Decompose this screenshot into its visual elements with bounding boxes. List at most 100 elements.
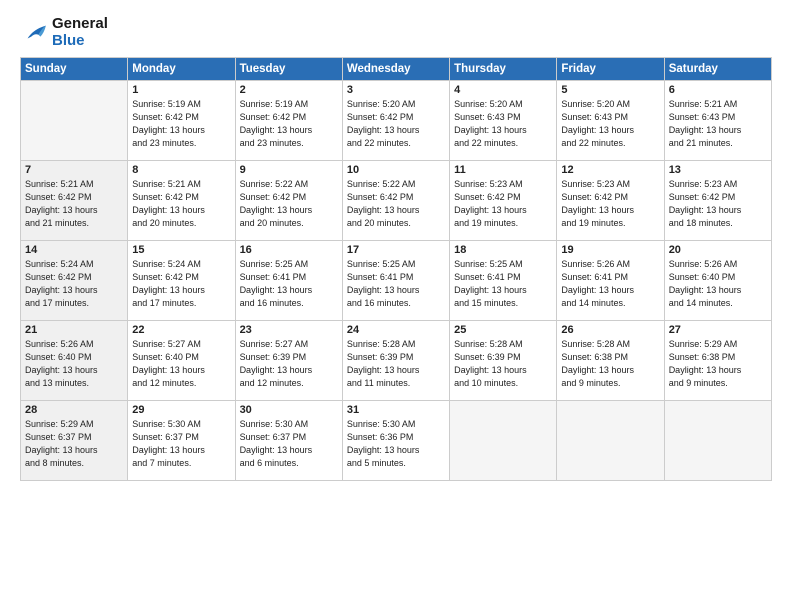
day-number: 2 — [240, 84, 338, 96]
day-number: 25 — [454, 324, 552, 336]
col-header-thursday: Thursday — [450, 58, 557, 81]
day-number: 4 — [454, 84, 552, 96]
day-info: Sunrise: 5:19 AMSunset: 6:42 PMDaylight:… — [132, 98, 230, 150]
day-info: Sunrise: 5:25 AMSunset: 6:41 PMDaylight:… — [454, 258, 552, 310]
day-number: 10 — [347, 164, 445, 176]
calendar-cell: 14 Sunrise: 5:24 AMSunset: 6:42 PMDayligh… — [21, 241, 128, 321]
calendar-cell — [21, 81, 128, 161]
logo-text: General Blue — [52, 16, 108, 49]
calendar-cell: 17Sunrise: 5:25 AMSunset: 6:41 PMDayligh… — [342, 241, 449, 321]
logo: General Blue — [20, 16, 108, 49]
day-info: Sunrise: 5:28 AMSunset: 6:38 PMDaylight:… — [561, 338, 659, 390]
day-number: 6 — [669, 84, 767, 96]
calendar-cell: 2Sunrise: 5:19 AMSunset: 6:42 PMDaylight… — [235, 81, 342, 161]
day-info: Sunrise: 5:22 AMSunset: 6:42 PMDaylight:… — [240, 178, 338, 230]
day-number: 9 — [240, 164, 338, 176]
col-header-tuesday: Tuesday — [235, 58, 342, 81]
col-header-friday: Friday — [557, 58, 664, 81]
day-info: Sunrise: 5:24 AMSunset: 6:42 PMDaylight:… — [25, 258, 123, 310]
day-number: 31 — [347, 404, 445, 416]
week-row-1: 1 Sunrise: 5:19 AMSunset: 6:42 PMDaylight… — [21, 81, 772, 161]
day-info: Sunrise: 5:23 AMSunset: 6:42 PMDaylight:… — [669, 178, 767, 230]
calendar-cell: 4 Sunrise: 5:20 AMSunset: 6:43 PMDaylight… — [450, 81, 557, 161]
header-row: SundayMondayTuesdayWednesdayThursdayFrid… — [21, 58, 772, 81]
calendar-table: SundayMondayTuesdayWednesdayThursdayFrid… — [20, 57, 772, 481]
calendar-cell: 8Sunrise: 5:21 AMSunset: 6:42 PMDaylight… — [128, 161, 235, 241]
col-header-saturday: Saturday — [664, 58, 771, 81]
calendar-cell: 29 Sunrise: 5:30 AMSunset: 6:37 PMDayligh… — [128, 401, 235, 481]
day-number: 11 — [454, 164, 552, 176]
day-info: Sunrise: 5:30 AMSunset: 6:37 PMDaylight:… — [132, 418, 230, 470]
calendar-cell: 25 Sunrise: 5:28 AMSunset: 6:39 PMDayligh… — [450, 321, 557, 401]
day-info: Sunrise: 5:20 AMSunset: 6:43 PMDaylight:… — [561, 98, 659, 150]
day-info: Sunrise: 5:20 AMSunset: 6:43 PMDaylight:… — [454, 98, 552, 150]
day-number: 23 — [240, 324, 338, 336]
day-number: 19 — [561, 244, 659, 256]
week-row-3: 14 Sunrise: 5:24 AMSunset: 6:42 PMDayligh… — [21, 241, 772, 321]
day-number: 7 — [25, 164, 123, 176]
calendar-cell: 27Sunrise: 5:29 AMSunset: 6:38 PMDayligh… — [664, 321, 771, 401]
day-number: 18 — [454, 244, 552, 256]
col-header-wednesday: Wednesday — [342, 58, 449, 81]
day-number: 24 — [347, 324, 445, 336]
day-number: 3 — [347, 84, 445, 96]
calendar-cell — [450, 401, 557, 481]
calendar-cell: 30Sunrise: 5:30 AMSunset: 6:37 PMDayligh… — [235, 401, 342, 481]
calendar-cell: 26 Sunrise: 5:28 AMSunset: 6:38 PMDayligh… — [557, 321, 664, 401]
calendar-cell: 21 Sunrise: 5:26 AMSunset: 6:40 PMDayligh… — [21, 321, 128, 401]
day-number: 16 — [240, 244, 338, 256]
day-number: 15 — [132, 244, 230, 256]
week-row-4: 21 Sunrise: 5:26 AMSunset: 6:40 PMDayligh… — [21, 321, 772, 401]
day-info: Sunrise: 5:27 AMSunset: 6:39 PMDaylight:… — [240, 338, 338, 390]
day-info: Sunrise: 5:23 AMSunset: 6:42 PMDaylight:… — [561, 178, 659, 230]
day-info: Sunrise: 5:25 AMSunset: 6:41 PMDaylight:… — [347, 258, 445, 310]
day-info: Sunrise: 5:28 AMSunset: 6:39 PMDaylight:… — [347, 338, 445, 390]
calendar-cell: 31 Sunrise: 5:30 AMSunset: 6:36 PMDayligh… — [342, 401, 449, 481]
day-number: 14 — [25, 244, 123, 256]
calendar-cell: 5 Sunrise: 5:20 AMSunset: 6:43 PMDaylight… — [557, 81, 664, 161]
day-number: 28 — [25, 404, 123, 416]
day-info: Sunrise: 5:25 AMSunset: 6:41 PMDaylight:… — [240, 258, 338, 310]
day-number: 21 — [25, 324, 123, 336]
day-number: 22 — [132, 324, 230, 336]
day-number: 1 — [132, 84, 230, 96]
day-number: 8 — [132, 164, 230, 176]
page: General Blue SundayMondayTuesdayWednesda… — [0, 0, 792, 612]
calendar-cell: 16 Sunrise: 5:25 AMSunset: 6:41 PMDayligh… — [235, 241, 342, 321]
day-number: 20 — [669, 244, 767, 256]
day-info: Sunrise: 5:21 AMSunset: 6:42 PMDaylight:… — [25, 178, 123, 230]
day-number: 5 — [561, 84, 659, 96]
day-number: 13 — [669, 164, 767, 176]
day-info: Sunrise: 5:28 AMSunset: 6:39 PMDaylight:… — [454, 338, 552, 390]
day-info: Sunrise: 5:30 AMSunset: 6:36 PMDaylight:… — [347, 418, 445, 470]
calendar-cell: 23 Sunrise: 5:27 AMSunset: 6:39 PMDayligh… — [235, 321, 342, 401]
day-number: 27 — [669, 324, 767, 336]
calendar-cell: 24 Sunrise: 5:28 AMSunset: 6:39 PMDayligh… — [342, 321, 449, 401]
day-number: 30 — [240, 404, 338, 416]
day-info: Sunrise: 5:27 AMSunset: 6:40 PMDaylight:… — [132, 338, 230, 390]
calendar-cell — [664, 401, 771, 481]
day-number: 12 — [561, 164, 659, 176]
calendar-cell: 18 Sunrise: 5:25 AMSunset: 6:41 PMDayligh… — [450, 241, 557, 321]
day-info: Sunrise: 5:20 AMSunset: 6:42 PMDaylight:… — [347, 98, 445, 150]
calendar-cell: 11Sunrise: 5:23 AMSunset: 6:42 PMDayligh… — [450, 161, 557, 241]
day-info: Sunrise: 5:26 AMSunset: 6:40 PMDaylight:… — [25, 338, 123, 390]
week-row-5: 28Sunrise: 5:29 AMSunset: 6:37 PMDayligh… — [21, 401, 772, 481]
calendar-cell: 9 Sunrise: 5:22 AMSunset: 6:42 PMDaylight… — [235, 161, 342, 241]
week-row-2: 7 Sunrise: 5:21 AMSunset: 6:42 PMDaylight… — [21, 161, 772, 241]
day-info: Sunrise: 5:26 AMSunset: 6:41 PMDaylight:… — [561, 258, 659, 310]
logo-icon — [20, 22, 48, 44]
calendar-cell: 12 Sunrise: 5:23 AMSunset: 6:42 PMDayligh… — [557, 161, 664, 241]
calendar-cell — [557, 401, 664, 481]
calendar-cell: 15 Sunrise: 5:24 AMSunset: 6:42 PMDayligh… — [128, 241, 235, 321]
calendar-cell: 7 Sunrise: 5:21 AMSunset: 6:42 PMDaylight… — [21, 161, 128, 241]
calendar-cell: 20 Sunrise: 5:26 AMSunset: 6:40 PMDayligh… — [664, 241, 771, 321]
day-info: Sunrise: 5:26 AMSunset: 6:40 PMDaylight:… — [669, 258, 767, 310]
day-info: Sunrise: 5:24 AMSunset: 6:42 PMDaylight:… — [132, 258, 230, 310]
day-number: 26 — [561, 324, 659, 336]
calendar-cell: 10Sunrise: 5:22 AMSunset: 6:42 PMDayligh… — [342, 161, 449, 241]
calendar-cell: 6Sunrise: 5:21 AMSunset: 6:43 PMDaylight… — [664, 81, 771, 161]
header: General Blue — [20, 16, 772, 49]
day-number: 29 — [132, 404, 230, 416]
calendar-cell: 13 Sunrise: 5:23 AMSunset: 6:42 PMDayligh… — [664, 161, 771, 241]
